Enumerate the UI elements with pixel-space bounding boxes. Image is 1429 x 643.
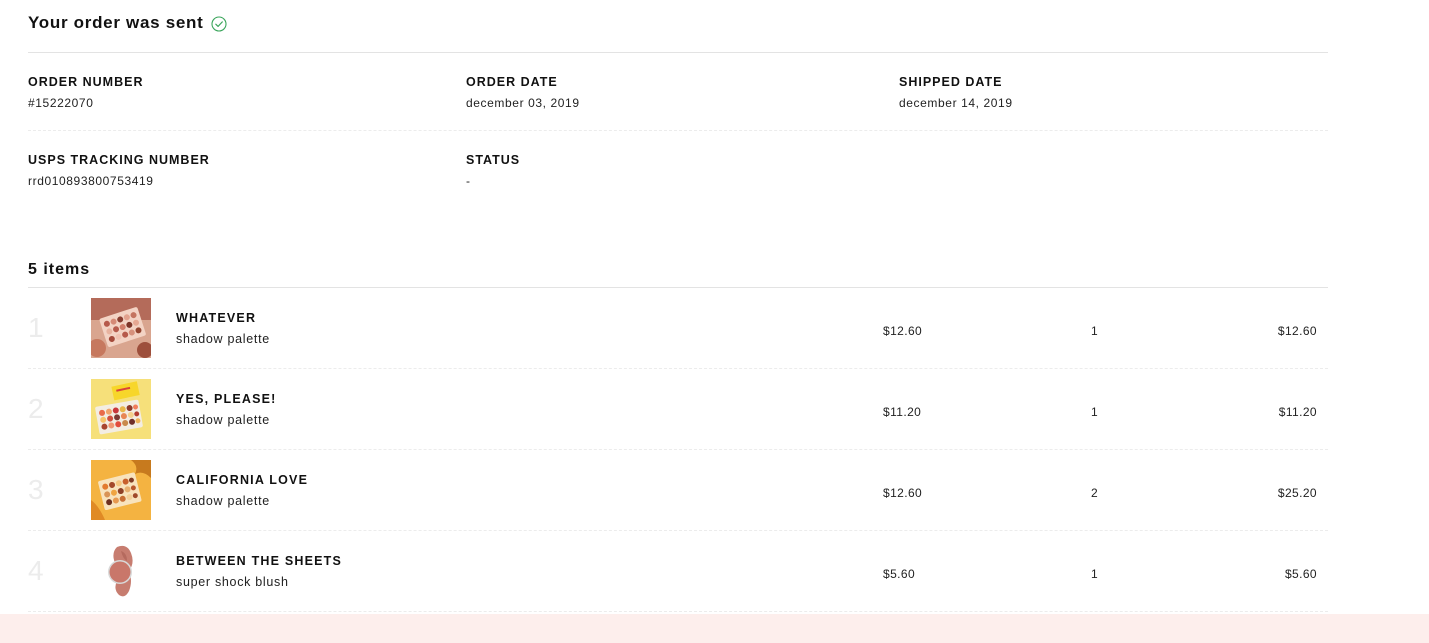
order-info-row-2: USPS TRACKING NUMBER rrd010893800753419 … [28, 131, 1328, 208]
order-date-value: december 03, 2019 [466, 96, 580, 110]
order-container: Your order was sent ORDER NUMBER #152220… [28, 0, 1328, 612]
order-title: Your order was sent [28, 0, 228, 45]
item-subtitle: shadow palette [176, 332, 270, 346]
order-item-row: 4 BETWEEN THE SHEETS super shock blush $… [28, 531, 1328, 612]
tracking-number-cell: USPS TRACKING NUMBER rrd010893800753419 [28, 153, 210, 188]
item-name[interactable]: WHATEVER [176, 311, 256, 325]
item-index: 2 [28, 393, 44, 424]
item-price: $12.60 [883, 324, 923, 338]
item-total: $25.20 [1277, 486, 1317, 500]
check-circle-icon [211, 16, 228, 32]
palette-yes-please-image [91, 379, 151, 439]
order-number-label: ORDER NUMBER [28, 75, 144, 89]
order-details-page: Your order was sent ORDER NUMBER #152220… [0, 0, 1429, 643]
palette-whatever-image [91, 298, 151, 358]
product-thumbnail[interactable] [91, 460, 151, 520]
product-thumbnail[interactable] [91, 379, 151, 439]
item-quantity: 1 [1091, 324, 1098, 338]
shipped-date-label: SHIPPED DATE [899, 75, 1003, 89]
item-price: $11.20 [883, 405, 922, 419]
item-quantity: 1 [1091, 567, 1098, 581]
order-info-row-1: ORDER NUMBER #15222070 ORDER DATE decemb… [28, 53, 1328, 131]
footer-band [0, 614, 1429, 643]
item-quantity: 1 [1091, 405, 1098, 419]
status-cell: STATUS - [466, 153, 520, 188]
item-total: $5.60 [1284, 567, 1317, 581]
palette-california-love-image [91, 460, 151, 520]
items-header: 5 items [28, 258, 1328, 288]
item-subtitle: super shock blush [176, 575, 289, 589]
order-item-row: 1 WHATEVER shadow palette $12.60 1 $12.6… [28, 288, 1328, 369]
order-title-text: Your order was sent [28, 13, 204, 32]
order-title-row: Your order was sent [28, 0, 1328, 53]
blush-between-the-sheets-image [91, 541, 151, 601]
item-quantity: 2 [1091, 486, 1098, 500]
product-thumbnail[interactable] [91, 298, 151, 358]
item-subtitle: shadow palette [176, 494, 270, 508]
order-item-row: 2 YES, PLEASE! shadow palette $11.20 1 $… [28, 369, 1328, 450]
order-date-cell: ORDER DATE december 03, 2019 [466, 75, 580, 110]
order-item-row: 3 CALIFORNIA LOVE shadow palette $12.60 … [28, 450, 1328, 531]
item-index: 4 [28, 555, 44, 586]
tracking-number-label: USPS TRACKING NUMBER [28, 153, 210, 167]
items-list: 1 WHATEVER shadow palette $12.60 1 $12.6… [28, 288, 1328, 612]
product-thumbnail[interactable] [91, 541, 151, 601]
item-price: $12.60 [883, 486, 923, 500]
item-total: $12.60 [1277, 324, 1317, 338]
tracking-number-value[interactable]: rrd010893800753419 [28, 174, 210, 188]
status-value: - [466, 174, 471, 188]
item-price: $5.60 [883, 567, 916, 581]
item-name[interactable]: CALIFORNIA LOVE [176, 473, 308, 487]
item-total: $11.20 [1278, 405, 1317, 419]
item-index: 3 [28, 474, 44, 505]
item-subtitle: shadow palette [176, 413, 270, 427]
items-count: 5 items [28, 261, 91, 278]
order-number-cell: ORDER NUMBER #15222070 [28, 75, 143, 110]
order-date-label: ORDER DATE [466, 75, 558, 89]
item-index: 1 [28, 312, 44, 343]
item-name[interactable]: BETWEEN THE SHEETS [176, 554, 342, 568]
item-name[interactable]: YES, PLEASE! [176, 392, 277, 406]
status-label: STATUS [466, 153, 521, 167]
order-number-value: #15222070 [28, 96, 94, 110]
shipped-date-cell: SHIPPED DATE december 14, 2019 [899, 75, 1013, 110]
shipped-date-value: december 14, 2019 [899, 96, 1013, 110]
